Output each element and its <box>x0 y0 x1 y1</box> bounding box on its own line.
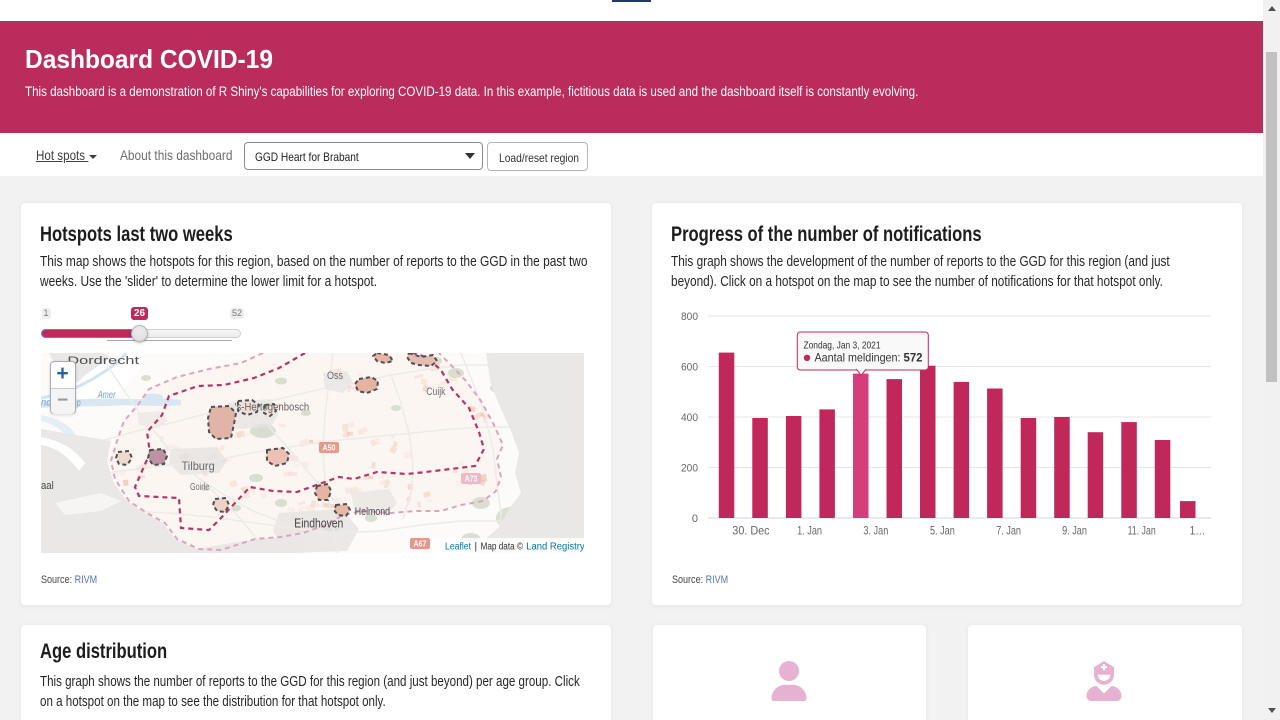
svg-text:Cuijk: Cuijk <box>426 386 446 398</box>
svg-text:aal: aal <box>41 480 54 492</box>
svg-text:1…: 1… <box>1190 524 1206 538</box>
svg-text:Tilburg: Tilburg <box>182 459 215 473</box>
svg-text:Oss: Oss <box>327 370 343 382</box>
svg-text:Amer: Amer <box>97 390 116 401</box>
svg-text:600: 600 <box>681 362 698 374</box>
svg-text:7. Jan: 7. Jan <box>996 524 1021 538</box>
svg-text:Goirle: Goirle <box>190 482 210 493</box>
svg-text:A73: A73 <box>465 475 478 484</box>
svg-text:5. Jan: 5. Jan <box>930 524 955 538</box>
svg-text:Aantal meldingen:572: Aantal meldingen:572 <box>815 350 923 364</box>
svg-text:Helmond: Helmond <box>355 506 390 518</box>
svg-text:Dordrecht: Dordrecht <box>67 355 139 367</box>
svg-text:800: 800 <box>681 311 698 323</box>
svg-text:11. Jan: 11. Jan <box>1128 524 1156 538</box>
svg-text:30. Dec: 30. Dec <box>732 524 769 538</box>
svg-text:3. Jan: 3. Jan <box>863 524 888 538</box>
svg-text:'s-Hertogenbosch: 's-Hertogenbosch <box>235 402 310 414</box>
svg-text:1. Jan: 1. Jan <box>797 524 822 538</box>
svg-text:A67: A67 <box>414 540 427 549</box>
svg-text:400: 400 <box>681 412 698 424</box>
svg-text:p: p <box>76 398 81 409</box>
svg-text:Leaflet|Map data ©Land Registr: Leaflet|Map data ©Land Registry <box>445 541 584 552</box>
svg-text:0: 0 <box>692 513 698 525</box>
svg-text:9. Jan: 9. Jan <box>1062 524 1087 538</box>
svg-text:Eindhoven: Eindhoven <box>294 517 343 531</box>
svg-text:A50: A50 <box>323 444 336 453</box>
svg-text:200: 200 <box>681 463 698 475</box>
